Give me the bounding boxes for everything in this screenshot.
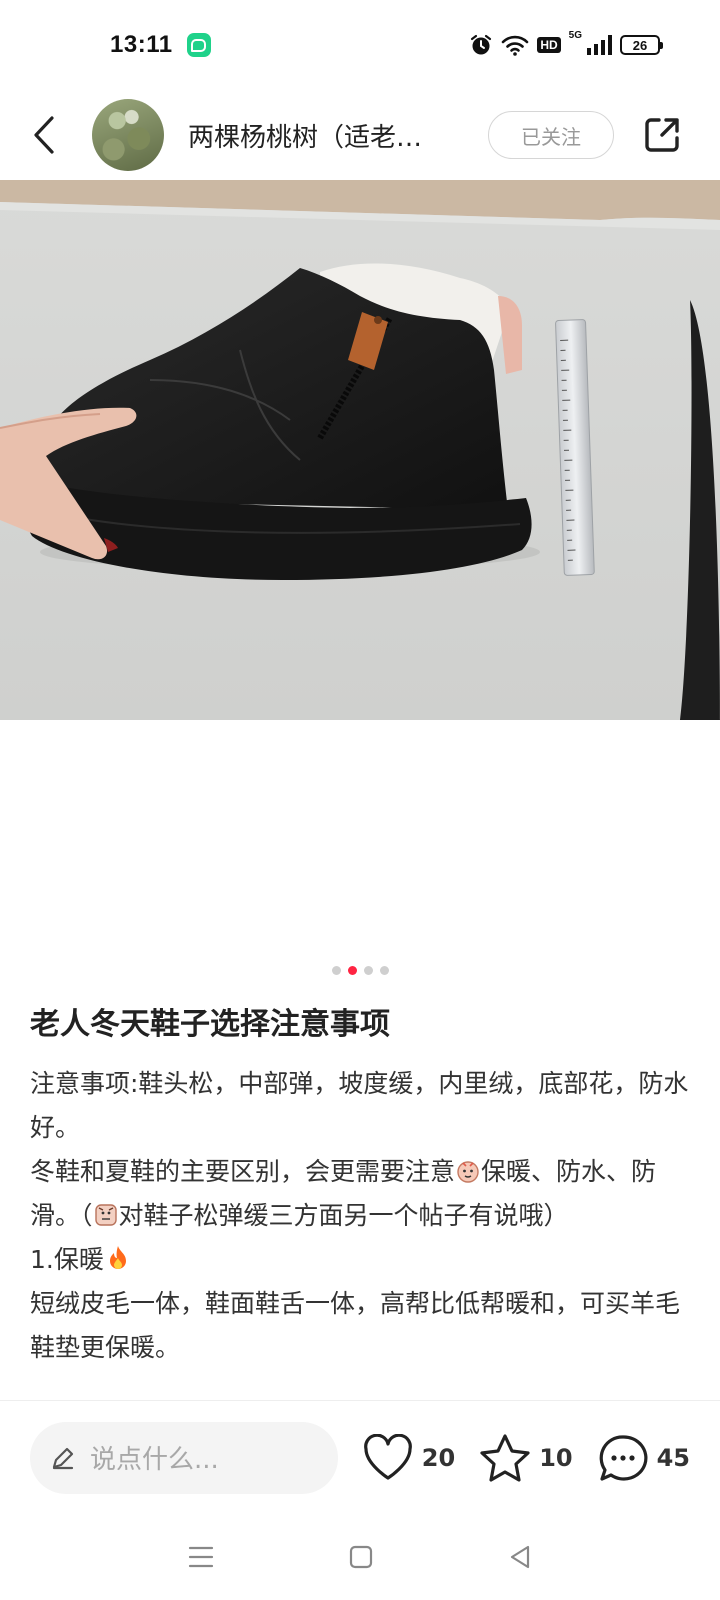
carousel-dot-active: [347, 966, 357, 975]
back-button[interactable]: [24, 105, 64, 165]
home-icon[interactable]: [348, 1544, 374, 1570]
post-body: 注意事项:鞋头松，中部弹，坡度缓，内里绒，底部花，防水好。 冬鞋和夏鞋的主要区别…: [30, 1062, 690, 1402]
share-icon: [645, 118, 679, 152]
carousel-indicator: [0, 966, 720, 975]
back-triangle-icon[interactable]: [507, 1544, 533, 1570]
status-time: 13:11: [110, 31, 173, 58]
screen: 13:11 HD 5G 26 两棵杨桃树（适老… 已关注 老人冬天鞋子选择注意事…: [0, 0, 720, 1600]
hd-badge: HD: [537, 37, 561, 53]
pencil-icon: [52, 1447, 74, 1469]
like-button[interactable]: 20: [362, 1433, 456, 1482]
thinking-emoji-icon: [457, 1161, 479, 1183]
post-title: 老人冬天鞋子选择注意事项: [30, 1007, 390, 1042]
battery-indicator: 26: [620, 35, 663, 55]
body-line: 冬鞋和夏鞋的主要区别，会更需要注意 保暖、防水、防滑。（ 对鞋子松弹缓三方面另一…: [30, 1150, 690, 1238]
star-icon: [480, 1433, 530, 1482]
alarm-icon: [471, 34, 492, 55]
collect-count: 10: [539, 1443, 573, 1472]
section-heading-text: 1.保暖: [30, 1245, 104, 1274]
author-avatar[interactable]: [92, 99, 164, 171]
chat-notification-icon: [186, 33, 211, 57]
body-line: 短绒皮毛一体，鞋面鞋舌一体，高帮比低帮暖和，可买羊毛鞋垫更保暖。: [30, 1289, 681, 1362]
carousel-dot: [331, 966, 341, 975]
menu-icon[interactable]: [187, 1544, 215, 1570]
post-image[interactable]: [0, 180, 720, 720]
bottom-action-bar: 说点什么... 20 10 45: [0, 1400, 720, 1514]
heart-icon: [363, 1433, 412, 1480]
pointing-emoji-icon: [94, 1204, 117, 1226]
carousel-dot: [379, 966, 389, 975]
post-header: 两棵杨桃树（适老… 已关注: [0, 90, 720, 180]
comment-count: 45: [656, 1443, 690, 1472]
share-button[interactable]: [640, 113, 684, 157]
boot-photo: [0, 180, 720, 720]
body-line: 注意事项:鞋头松，中部弹，坡度缓，内里绒，底部花，防水好。: [30, 1069, 689, 1142]
chevron-left-icon: [34, 116, 54, 154]
wifi-icon: [502, 35, 529, 56]
body-text: 冬鞋和夏鞋的主要区别，会更需要注意: [30, 1157, 456, 1186]
system-nav-bar: [0, 1514, 720, 1600]
status-bar: 13:11 HD 5G 26: [0, 0, 720, 90]
like-count: 20: [421, 1443, 456, 1472]
comment-placeholder: 说点什么...: [90, 1445, 219, 1475]
comment-button[interactable]: 45: [597, 1433, 690, 1483]
comment-bubble-icon: [599, 1434, 648, 1481]
fire-emoji-icon: [109, 1246, 126, 1269]
comment-input[interactable]: 说点什么...: [30, 1421, 338, 1494]
section-heading: 1.保暖: [30, 1238, 690, 1282]
collect-button[interactable]: 10: [479, 1433, 573, 1483]
network-type-label: 5G: [568, 30, 582, 41]
author-name[interactable]: 两棵杨桃树（适老…: [188, 117, 458, 154]
follow-button[interactable]: 已关注: [488, 111, 614, 159]
carousel-dot: [363, 966, 373, 975]
status-indicators: HD 5G 26: [469, 30, 663, 57]
body-text: 对鞋子松弹缓三方面另一个帖子有说哦）: [118, 1201, 569, 1230]
signal-icon: [587, 35, 612, 55]
